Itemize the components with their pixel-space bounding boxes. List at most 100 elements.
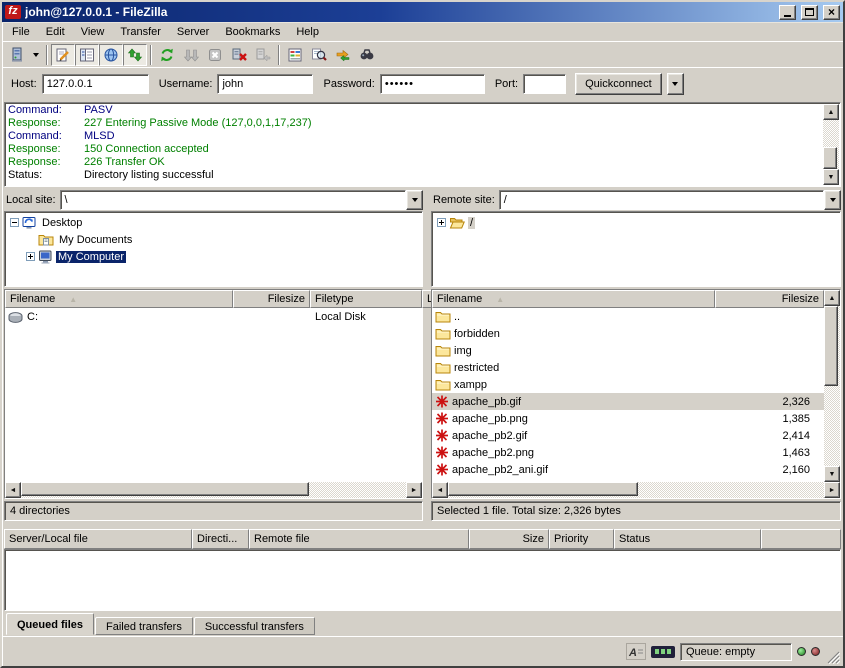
log-label: Response: (8, 117, 84, 130)
menu-view[interactable]: View (73, 24, 113, 40)
filetype-text: Local Disk (310, 311, 422, 323)
tree-item-desktop[interactable]: Desktop (6, 214, 421, 231)
ascii-data-type-icon[interactable]: A (626, 643, 646, 660)
host-input[interactable]: 127.0.0.1 (42, 74, 149, 94)
synchronized-browsing-button[interactable] (331, 44, 355, 66)
remote-row[interactable]: apache_pb2_ani.gif 2,160 (432, 461, 824, 478)
tab-successful-transfers[interactable]: Successful transfers (194, 617, 315, 635)
remote-row[interactable]: xampp (432, 376, 824, 393)
remote-row[interactable]: restricted (432, 359, 824, 376)
maximize-button[interactable] (801, 5, 818, 20)
column-header-filesize[interactable]: Filesize (233, 290, 310, 308)
log-scrollbar[interactable]: ▲ ▼ (823, 104, 839, 185)
menu-edit[interactable]: Edit (38, 24, 73, 40)
quickconnect-dropdown-button[interactable] (667, 73, 684, 95)
column-header-server-local-file[interactable]: Server/Local file (4, 529, 192, 549)
remote-tree-icon (103, 47, 119, 63)
port-input[interactable] (523, 74, 566, 94)
site-manager-dropdown-button[interactable] (29, 44, 43, 66)
menu-bookmarks[interactable]: Bookmarks (217, 24, 288, 40)
column-header-status[interactable]: Status (614, 529, 761, 549)
remote-row-selected[interactable]: apache_pb.gif 2,326 (432, 393, 824, 410)
scroll-left-icon[interactable]: ◄ (5, 482, 21, 498)
tree-item-my-computer[interactable]: My Computer (6, 248, 421, 265)
directory-comparison-button[interactable] (307, 44, 331, 66)
remote-list-body[interactable]: .. forbidden (432, 308, 824, 482)
local-list-body[interactable]: C: Local Disk (5, 308, 422, 482)
remote-row[interactable]: apache_pb2.gif 2,414 (432, 427, 824, 444)
scroll-thumb[interactable] (21, 482, 309, 496)
local-tree: Desktop My Documents (4, 211, 423, 287)
menu-file[interactable]: File (4, 24, 38, 40)
scroll-right-icon[interactable]: ► (824, 482, 840, 498)
local-site-combobox[interactable]: \ (60, 190, 423, 210)
collapse-icon[interactable] (10, 218, 19, 227)
column-header-filetype[interactable]: Filetype (310, 290, 422, 308)
scroll-up-icon[interactable]: ▲ (824, 290, 840, 306)
toggle-local-tree-button[interactable] (75, 44, 99, 66)
refresh-button[interactable] (155, 44, 179, 66)
remote-vertical-scrollbar[interactable]: ▲ ▼ (824, 290, 840, 482)
remote-horizontal-scrollbar[interactable]: ◄ ► (432, 482, 840, 498)
column-header-remote-file[interactable]: Remote file (249, 529, 469, 549)
remote-row[interactable]: apache_pb2.png 1,463 (432, 444, 824, 461)
process-queue-button[interactable] (179, 44, 203, 66)
local-site-dropdown-button[interactable] (406, 190, 423, 210)
expand-icon[interactable] (437, 218, 446, 227)
disconnect-button[interactable] (227, 44, 251, 66)
menu-help[interactable]: Help (288, 24, 327, 40)
tree-item-label: Desktop (40, 217, 84, 229)
quickconnect-button[interactable]: Quickconnect (575, 73, 662, 95)
expand-icon[interactable] (26, 252, 35, 261)
queue-list[interactable] (4, 549, 841, 611)
column-header-filename[interactable]: Filename▲ (432, 290, 715, 308)
remote-site-value[interactable]: / (499, 190, 824, 210)
remote-row[interactable]: forbidden (432, 325, 824, 342)
scroll-thumb[interactable] (448, 482, 638, 496)
local-horizontal-scrollbar[interactable]: ◄ ► (5, 482, 422, 498)
password-input[interactable]: •••••• (380, 74, 485, 94)
find-files-button[interactable] (355, 44, 379, 66)
menu-server[interactable]: Server (169, 24, 217, 40)
scroll-up-icon[interactable]: ▲ (823, 104, 839, 120)
resize-grip[interactable] (825, 649, 840, 664)
scroll-right-icon[interactable]: ► (406, 482, 422, 498)
username-input[interactable]: john (217, 74, 313, 94)
tab-failed-transfers[interactable]: Failed transfers (95, 617, 193, 635)
remote-row[interactable]: .. (432, 308, 824, 325)
tree-item-my-documents[interactable]: My Documents (6, 231, 421, 248)
toggle-remote-tree-button[interactable] (99, 44, 123, 66)
cancel-operation-button[interactable] (203, 44, 227, 66)
reconnect-icon (255, 47, 271, 63)
local-row-c-drive[interactable]: C: Local Disk (5, 308, 422, 325)
folder-icon (435, 344, 451, 357)
host-label: Host: (11, 78, 37, 90)
scroll-thumb[interactable] (824, 306, 838, 386)
tab-queued-files[interactable]: Queued files (6, 613, 94, 635)
toggle-message-log-button[interactable] (51, 44, 75, 66)
column-header-direction[interactable]: Directi... (192, 529, 249, 549)
scroll-left-icon[interactable]: ◄ (432, 482, 448, 498)
tree-item-root[interactable]: / (433, 214, 839, 231)
close-button[interactable]: × (823, 5, 840, 20)
toggle-transfer-queue-button[interactable] (123, 44, 147, 66)
remote-row[interactable]: img (432, 342, 824, 359)
local-site-value[interactable]: \ (60, 190, 406, 210)
reconnect-button[interactable] (251, 44, 275, 66)
remote-site-dropdown-button[interactable] (824, 190, 841, 210)
site-manager-button[interactable] (5, 44, 29, 66)
menu-transfer[interactable]: Transfer (112, 24, 169, 40)
scroll-down-icon[interactable]: ▼ (824, 466, 840, 482)
scroll-thumb[interactable] (823, 147, 837, 169)
scroll-down-icon[interactable]: ▼ (823, 169, 839, 185)
speed-limits-icon[interactable] (651, 646, 675, 658)
port-label: Port: (495, 78, 518, 90)
column-header-size[interactable]: Size (469, 529, 549, 549)
remote-site-combobox[interactable]: / (499, 190, 841, 210)
minimize-button[interactable] (779, 5, 796, 20)
column-header-priority[interactable]: Priority (549, 529, 614, 549)
column-header-filename[interactable]: Filename▲ (5, 290, 233, 308)
remote-row[interactable]: apache_pb.png 1,385 (432, 410, 824, 427)
filter-button[interactable] (283, 44, 307, 66)
column-header-filesize[interactable]: Filesize (715, 290, 824, 308)
